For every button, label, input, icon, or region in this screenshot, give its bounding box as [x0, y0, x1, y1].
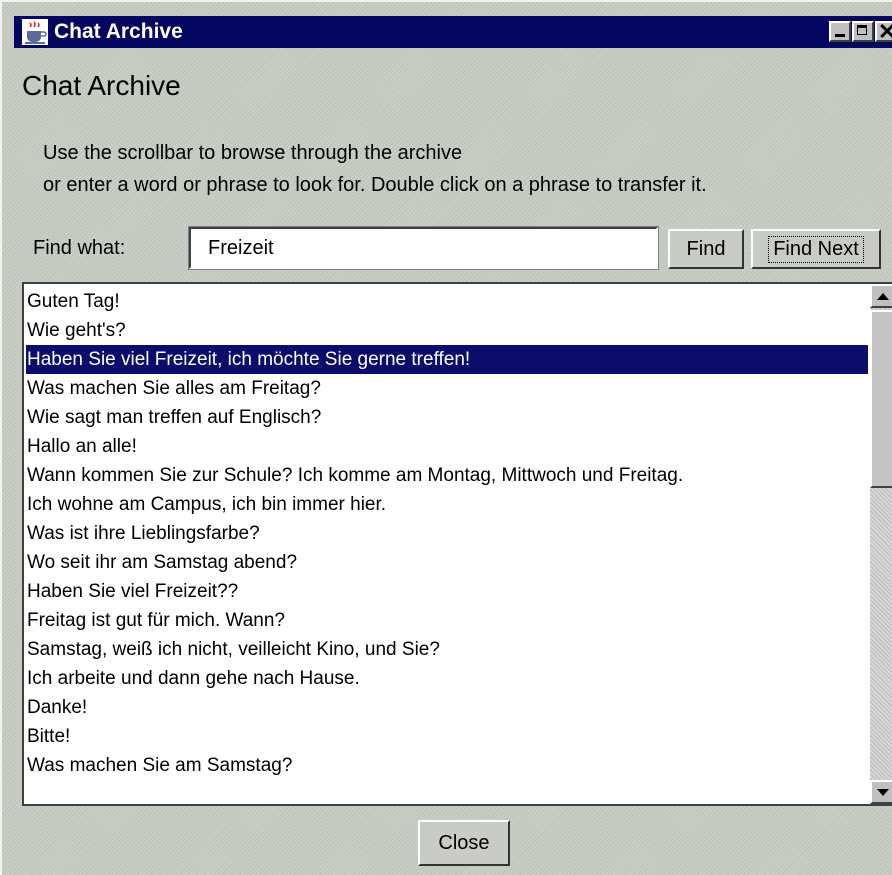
list-item[interactable]: Danke! [26, 693, 868, 722]
find-button[interactable]: Find [668, 229, 744, 269]
close-icon: ✕ [878, 19, 892, 44]
list-item[interactable]: Wo seit ihr am Samstag abend? [26, 548, 868, 577]
maximize-button[interactable] [852, 21, 874, 42]
close-button[interactable]: Close [418, 820, 510, 866]
page-title: Chat Archive [22, 70, 181, 101]
scroll-down-arrow-icon[interactable] [870, 780, 892, 804]
list-item[interactable]: Ich wohne am Campus, ich bin immer hier. [26, 490, 868, 519]
minimize-button[interactable] [829, 21, 851, 42]
list-item[interactable]: Guten Tag! [26, 287, 868, 316]
find-next-label: Find Next [768, 235, 864, 263]
instruction-line-2: or enter a word or phrase to look for. D… [43, 174, 707, 196]
list-item[interactable]: Was machen Sie am Samstag? [26, 751, 868, 780]
find-next-button[interactable]: Find Next [751, 229, 881, 269]
close-window-button[interactable]: ✕ [875, 19, 892, 44]
java-coffee-cup-icon [22, 19, 48, 45]
list-item[interactable]: Was machen Sie alles am Freitag? [26, 374, 868, 403]
list-item[interactable]: Hallo an alle! [26, 432, 868, 461]
scroll-up-arrow-icon[interactable] [870, 284, 892, 308]
list-item[interactable]: Haben Sie viel Freizeit, ich möchte Sie … [26, 345, 868, 374]
find-what-input[interactable] [188, 226, 659, 270]
list-item[interactable]: Bitte! [26, 722, 868, 751]
list-item[interactable]: Wie sagt man treffen auf Englisch? [26, 403, 868, 432]
list-item[interactable]: Samstag, weiß ich nicht, veilleicht Kino… [26, 635, 868, 664]
find-what-label: Find what: [33, 237, 126, 259]
list-item[interactable]: Wie geht's? [26, 316, 868, 345]
list-item[interactable]: Ich arbeite und dann gehe nach Hause. [26, 664, 868, 693]
list-item[interactable]: Wann kommen Sie zur Schule? Ich komme am… [26, 461, 868, 490]
archive-list[interactable]: Guten Tag! Wie geht's? Haben Sie viel Frei… [22, 282, 892, 806]
vertical-scrollbar[interactable] [870, 284, 892, 804]
chat-archive-window: Chat Archive ✕ Chat Archive Use the scro… [0, 0, 892, 875]
title-bar[interactable]: Chat Archive ✕ [14, 16, 892, 48]
instruction-line-1: Use the scrollbar to browse through the … [43, 142, 463, 164]
list-item[interactable]: Was ist ihre Lieblingsfarbe? [26, 519, 868, 548]
archive-list-items: Guten Tag! Wie geht's? Haben Sie viel Frei… [26, 287, 868, 780]
list-item[interactable]: Haben Sie viel Freizeit?? [26, 577, 868, 606]
scrollbar-thumb[interactable] [870, 310, 892, 488]
window-title: Chat Archive [54, 20, 183, 43]
list-item[interactable]: Freitag ist gut für mich. Wann? [26, 606, 868, 635]
